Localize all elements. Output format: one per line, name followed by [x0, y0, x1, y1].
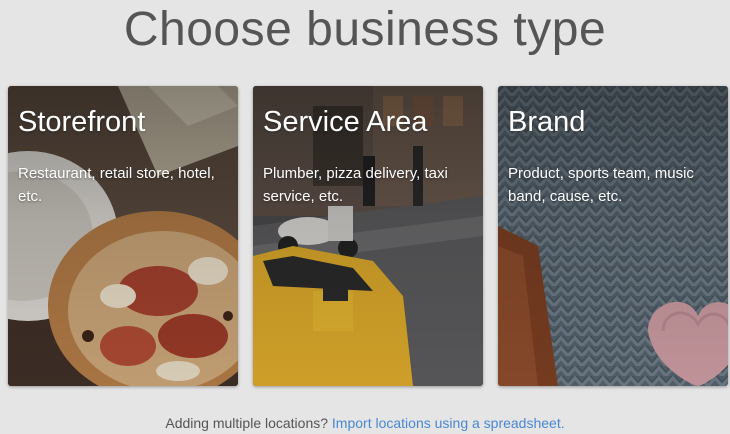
footer: Adding multiple locations? Import locati… — [0, 415, 730, 431]
card-description: Restaurant, retail store, hotel, etc. — [18, 165, 215, 205]
card-title: Storefront — [18, 106, 146, 138]
card-title: Brand — [508, 106, 586, 138]
card-title: Service Area — [263, 106, 428, 138]
card-description: Product, sports team, music band, cause,… — [508, 165, 694, 205]
page-title: Choose business type — [123, 3, 607, 56]
storefront-card[interactable]: Storefront Restaurant, retail store, hot… — [8, 86, 238, 386]
card-description: Plumber, pizza delivery, taxi service, e… — [263, 165, 448, 205]
import-spreadsheet-link[interactable]: Import locations using a spreadsheet. — [332, 415, 565, 431]
service-area-card[interactable]: Service Area Plumber, pizza delivery, ta… — [253, 86, 483, 386]
brand-card[interactable]: Brand Product, sports team, music band, … — [498, 86, 728, 386]
footer-prompt: Adding multiple locations? — [165, 415, 329, 431]
